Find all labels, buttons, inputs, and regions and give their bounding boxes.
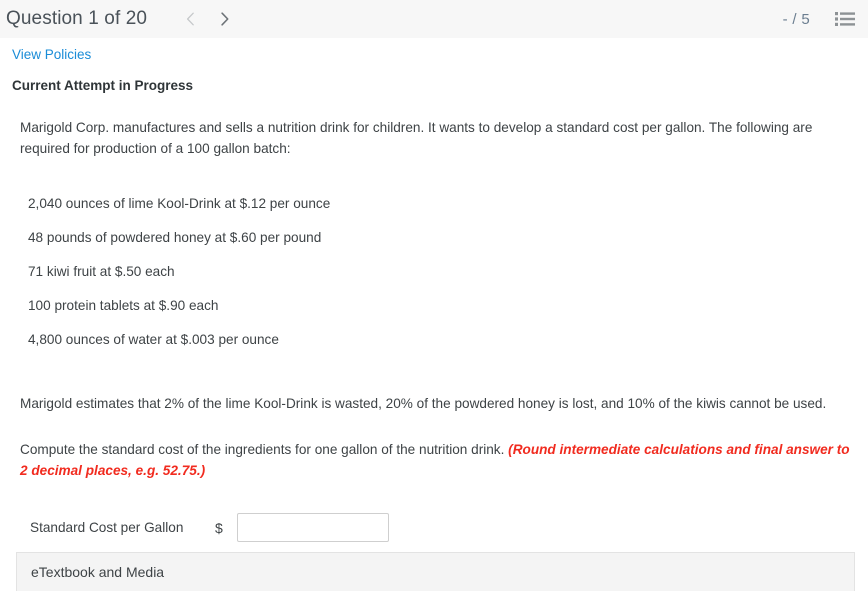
ingredient-list: 2,040 ounces of lime Kool-Drink at $.12 … <box>20 193 856 363</box>
etextbook-and-media-bar[interactable]: eTextbook and Media <box>16 552 855 591</box>
question-header: Question 1 of 20 - / 5 <box>0 0 868 38</box>
answer-label: Standard Cost per Gallon <box>30 520 184 535</box>
numbered-list-icon <box>835 11 855 27</box>
question-body: Marigold Corp. manufactures and sells a … <box>12 117 856 542</box>
question-nav <box>173 4 241 34</box>
question-estimates-text: Marigold estimates that 2% of the lime K… <box>20 396 827 411</box>
compute-instruction: Compute the standard cost of the ingredi… <box>20 442 509 457</box>
chevron-right-icon <box>219 11 230 27</box>
list-item: 4,800 ounces of water at $.003 per ounce <box>28 332 279 347</box>
score-display: - / 5 <box>782 10 810 28</box>
view-policies-link[interactable]: View Policies <box>12 47 91 62</box>
etextbook-label: eTextbook and Media <box>31 564 165 580</box>
previous-question-button[interactable] <box>173 4 207 34</box>
question-intro-text: Marigold Corp. manufactures and sells a … <box>20 120 813 156</box>
page-title: Question 1 of 20 <box>6 8 148 29</box>
list-item: 2,040 ounces of lime Kool-Drink at $.12 … <box>28 196 331 211</box>
standard-cost-per-gallon-input[interactable] <box>237 513 389 542</box>
answer-row: Standard Cost per Gallon $ <box>20 513 856 542</box>
currency-symbol: $ <box>215 519 223 536</box>
list-item: 100 protein tablets at $.90 each <box>28 298 219 313</box>
chevron-left-icon <box>185 11 196 27</box>
list-item: 48 pounds of powdered honey at $.60 per … <box>28 230 322 245</box>
list-item: 71 kiwi fruit at $.50 each <box>28 264 175 279</box>
question-list-button[interactable] <box>834 9 856 29</box>
question-compute-text: Compute the standard cost of the ingredi… <box>20 439 856 481</box>
attempt-status: Current Attempt in Progress <box>12 78 194 93</box>
next-question-button[interactable] <box>207 4 241 34</box>
question-content: View Policies Current Attempt in Progres… <box>0 38 868 542</box>
